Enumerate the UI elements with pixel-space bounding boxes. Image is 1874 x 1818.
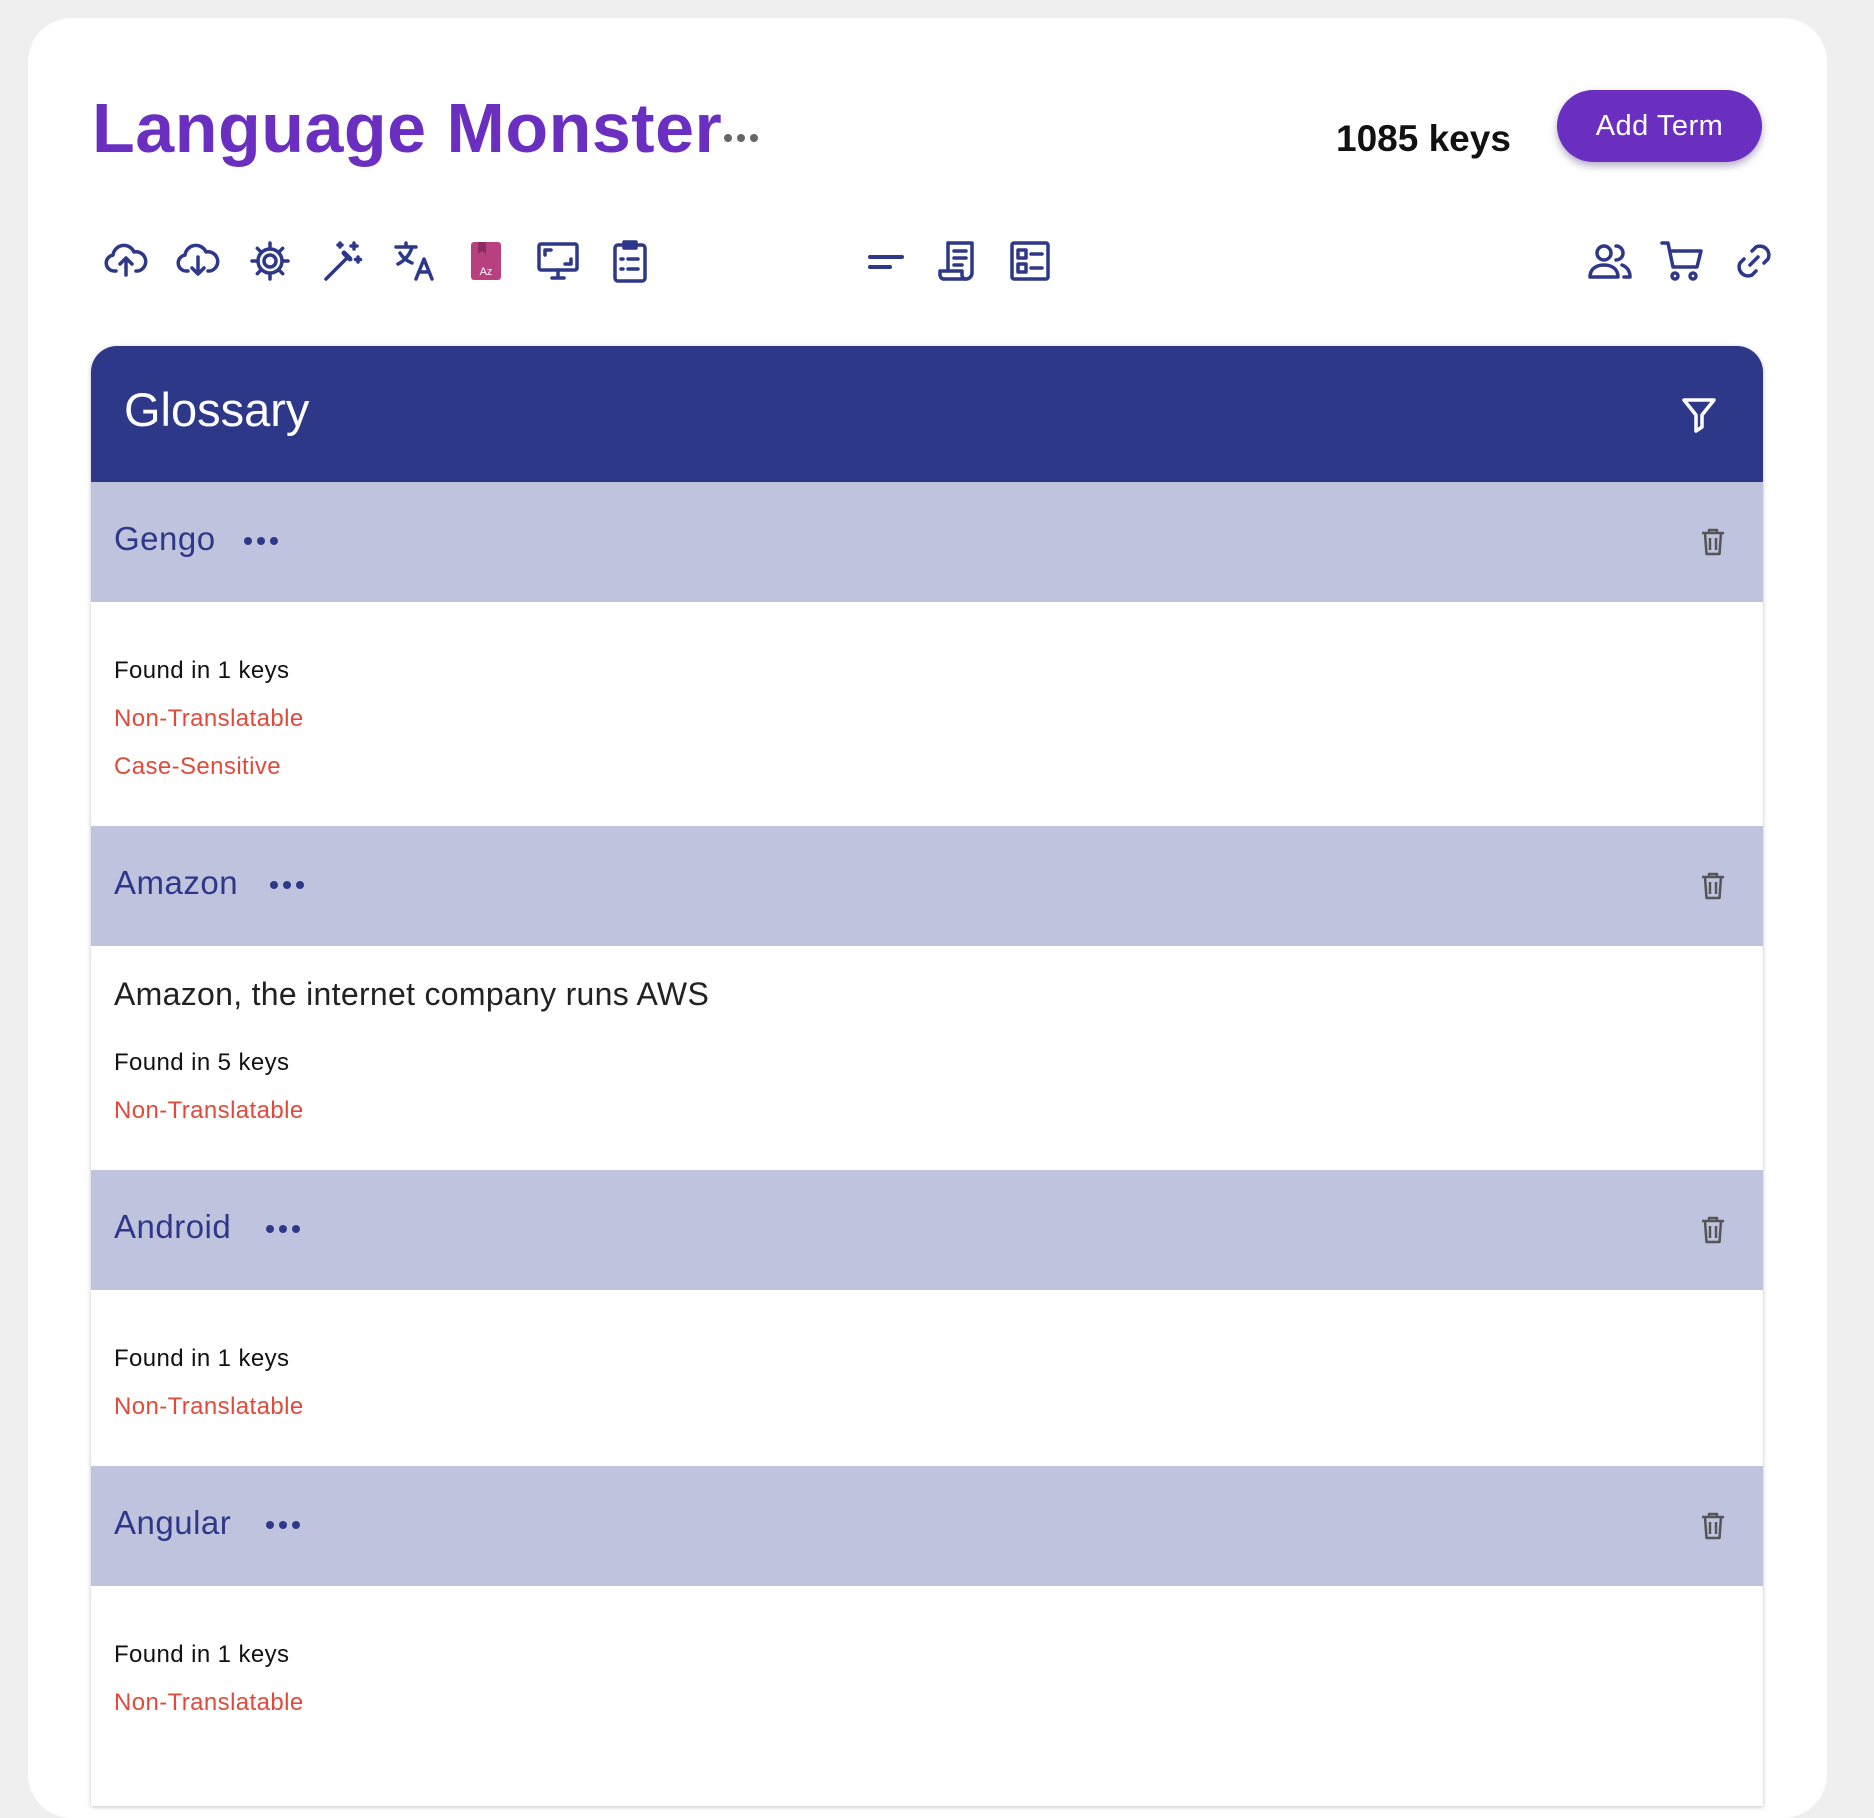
delete-icon[interactable] bbox=[1693, 1506, 1733, 1546]
monitor-icon[interactable] bbox=[528, 231, 588, 291]
magic-wand-icon[interactable] bbox=[312, 231, 372, 291]
term-body: Found in 1 keys Non-Translatable bbox=[91, 1290, 1763, 1466]
term-name: Gengo bbox=[114, 520, 216, 557]
delete-icon[interactable] bbox=[1693, 866, 1733, 906]
term-header: Gengo bbox=[91, 482, 1763, 602]
translate-icon[interactable] bbox=[384, 231, 444, 291]
script-icon[interactable] bbox=[928, 231, 988, 291]
term-header: Android bbox=[91, 1170, 1763, 1290]
glossary-header: Glossary bbox=[91, 346, 1763, 482]
title-more-icon[interactable] bbox=[721, 128, 761, 148]
term-description: Amazon, the internet company runs AWS bbox=[114, 976, 710, 1012]
term-name: Amazon bbox=[114, 864, 239, 901]
app-title: Language Monster bbox=[92, 89, 723, 167]
found-in-count: Found in 1 keys bbox=[114, 657, 290, 684]
keys-count: 1085 keys bbox=[1336, 118, 1511, 159]
term-name: Android bbox=[114, 1208, 232, 1245]
term-name: Angular bbox=[114, 1504, 232, 1541]
people-icon[interactable] bbox=[1580, 231, 1640, 291]
link-icon[interactable] bbox=[1724, 231, 1784, 291]
filter-icon[interactable] bbox=[1671, 386, 1727, 442]
non-translatable-flag: Non-Translatable bbox=[114, 1097, 304, 1124]
add-term-button[interactable]: Add Term bbox=[1557, 90, 1762, 162]
term-header: Angular bbox=[91, 1466, 1763, 1586]
more-horizontal-icon bbox=[724, 134, 758, 142]
non-translatable-flag: Non-Translatable bbox=[114, 705, 304, 732]
cloud-upload-icon[interactable] bbox=[96, 231, 156, 291]
cloud-download-icon[interactable] bbox=[168, 231, 228, 291]
short-text-icon[interactable] bbox=[856, 231, 916, 291]
form-layout-icon[interactable] bbox=[1000, 231, 1060, 291]
found-in-count: Found in 1 keys bbox=[114, 1345, 290, 1372]
term-body: Amazon, the internet company runs AWS Fo… bbox=[91, 946, 1763, 1170]
term-body: Found in 1 keys Non-Translatable Case-Se… bbox=[91, 602, 1763, 826]
non-translatable-flag: Non-Translatable bbox=[114, 1689, 304, 1716]
found-in-count: Found in 1 keys bbox=[114, 1641, 290, 1668]
term-more-icon[interactable] bbox=[263, 1216, 303, 1242]
delete-icon[interactable] bbox=[1693, 522, 1733, 562]
delete-icon[interactable] bbox=[1693, 1210, 1733, 1250]
glossary-panel: Glossary Gengo Found in 1 keys Non-Trans… bbox=[91, 346, 1763, 1806]
glossary-title: Glossary bbox=[124, 383, 310, 436]
term-body: Found in 1 keys Non-Translatable bbox=[91, 1586, 1763, 1806]
page-header: Language Monster 1085 keys Add Term bbox=[28, 18, 1827, 188]
found-in-count: Found in 5 keys bbox=[114, 1049, 290, 1076]
clipboard-list-icon[interactable] bbox=[600, 231, 660, 291]
term-header: Amazon bbox=[91, 826, 1763, 946]
term-more-icon[interactable] bbox=[267, 872, 307, 898]
dictionary-icon[interactable]: Az bbox=[456, 231, 516, 291]
non-translatable-flag: Non-Translatable bbox=[114, 1393, 304, 1420]
main-card: Language Monster 1085 keys Add Term Az G… bbox=[28, 18, 1827, 1818]
svg-text:Az: Az bbox=[480, 266, 493, 278]
case-sensitive-flag: Case-Sensitive bbox=[114, 753, 282, 780]
term-more-icon[interactable] bbox=[263, 1512, 303, 1538]
settings-sync-icon[interactable] bbox=[240, 231, 300, 291]
cart-icon[interactable] bbox=[1652, 231, 1712, 291]
term-more-icon[interactable] bbox=[241, 528, 281, 554]
